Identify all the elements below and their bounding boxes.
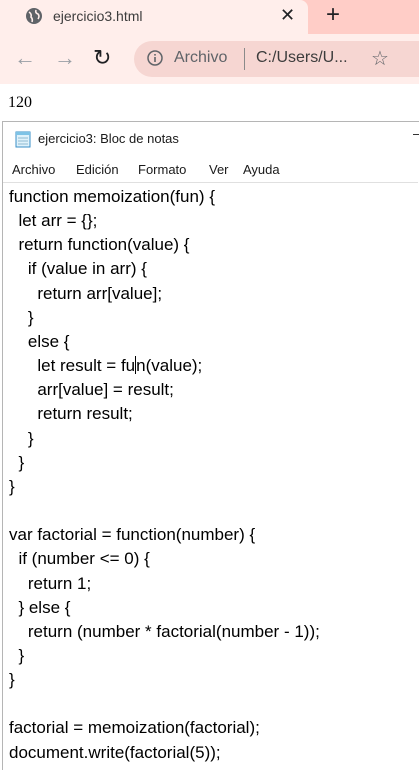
code-text[interactable]: function memoization(fun) { let arr = {}… (9, 185, 320, 765)
address-bar[interactable]: Archivo C:/Users/U... ☆ (134, 41, 419, 77)
omnibox-scheme-label: Archivo (174, 49, 228, 66)
code-line: return (number * factorial(number - 1)); (9, 621, 320, 641)
info-icon[interactable] (147, 50, 163, 66)
code-line: factorial = memoization(factorial); (9, 718, 260, 738)
menu-archivo[interactable]: Archivo (12, 162, 55, 177)
back-button[interactable]: ← (14, 46, 36, 70)
notepad-window: ejercicio3: Bloc de notas Archivo Edició… (2, 121, 419, 771)
code-line: return arr[value]; (9, 283, 163, 303)
browser-toolbar: ← → ↻ Archivo C:/Users/U... ☆ (0, 34, 419, 84)
code-line: } (9, 476, 15, 496)
tab-title: ejercicio3.html (53, 8, 143, 24)
new-tab-button[interactable]: + (326, 2, 340, 28)
menu-edicion[interactable]: Edición (76, 162, 119, 177)
code-line: } (9, 670, 15, 690)
code-line: } (9, 452, 25, 472)
text-caret (135, 356, 137, 375)
code-line: return function(value) { (9, 235, 190, 255)
notepad-title: ejercicio3: Bloc de notas (38, 131, 179, 146)
forward-button[interactable]: → (54, 46, 76, 70)
browser-tab[interactable]: ejercicio3.html ✕ (0, 0, 308, 34)
code-line: } (9, 645, 25, 665)
code-line: arr[value] = result; (9, 380, 174, 400)
menu-bar: Archivo Edición Formato Ver Ayuda (3, 160, 419, 182)
code-line: } (9, 428, 34, 448)
code-line: return result; (9, 404, 133, 424)
tab-strip: ejercicio3.html ✕ + (0, 0, 419, 34)
reload-button[interactable]: ↻ (93, 46, 111, 70)
code-line: let arr = {}; (9, 211, 98, 231)
code-line: return 1; (9, 573, 92, 593)
code-line: let result = fun(value); (9, 356, 203, 376)
code-line: var factorial = function(number) { (9, 525, 256, 545)
notepad-titlebar: ejercicio3: Bloc de notas (3, 122, 419, 156)
notepad-icon (15, 131, 31, 148)
page-output: 120 (8, 94, 32, 111)
bookmark-star-icon[interactable]: ☆ (371, 46, 389, 71)
minimize-icon[interactable] (413, 134, 419, 135)
menu-ayuda[interactable]: Ayuda (243, 162, 280, 177)
code-line: function memoization(fun) { (9, 187, 215, 206)
text-editor[interactable]: function memoization(fun) { let arr = {}… (3, 182, 418, 771)
menu-ver[interactable]: Ver (209, 162, 229, 177)
code-line: else { (9, 331, 70, 351)
url-text[interactable]: C:/Users/U... (256, 49, 348, 67)
tab-close-icon[interactable]: ✕ (280, 5, 295, 25)
code-line: if (number <= 0) { (9, 549, 150, 569)
code-line: } (9, 307, 34, 327)
globe-icon (26, 8, 42, 24)
menu-formato[interactable]: Formato (138, 162, 186, 177)
code-line: if (value in arr) { (9, 259, 147, 279)
code-line: document.write(factorial(5)); (9, 742, 221, 762)
code-line: } else { (9, 597, 71, 617)
omnibox-separator (244, 48, 245, 70)
